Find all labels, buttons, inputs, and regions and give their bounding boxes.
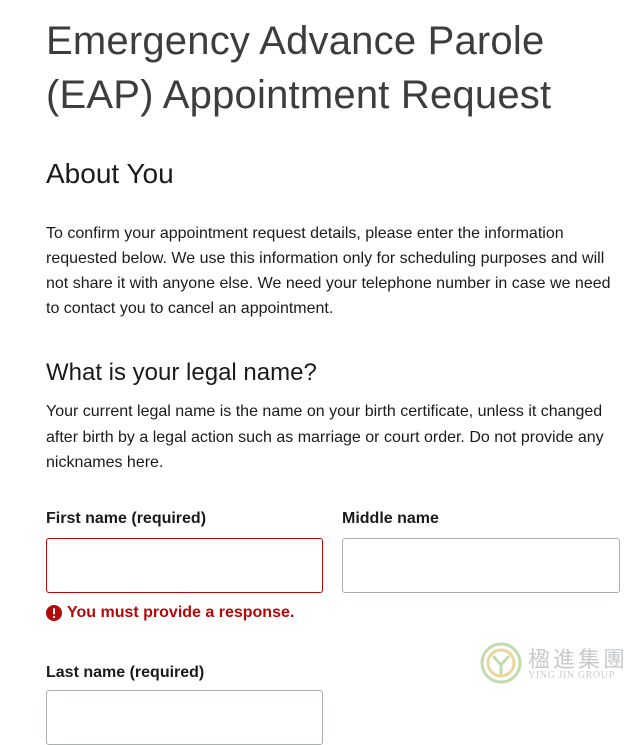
first-name-error-text: You must provide a response. xyxy=(67,604,295,621)
first-name-label: First name (required) xyxy=(46,510,207,527)
watermark-en-text: YING JIN GROUP xyxy=(528,670,615,681)
legal-name-question: What is your legal name? xyxy=(46,359,317,386)
intro-paragraph: To confirm your appointment request deta… xyxy=(46,225,611,317)
middle-name-label: Middle name xyxy=(342,510,439,527)
first-name-input[interactable] xyxy=(46,538,323,593)
watermark: 楹進集團 YING JIN GROUP xyxy=(480,640,640,690)
first-name-error: You must provide a response. xyxy=(46,602,294,624)
last-name-label: Last name (required) xyxy=(46,664,205,681)
last-name-input[interactable] xyxy=(46,690,323,745)
error-alert-icon xyxy=(46,605,62,621)
legal-name-hint: Your current legal name is the name on y… xyxy=(46,403,604,471)
middle-name-input[interactable] xyxy=(342,538,620,593)
watermark-logo-icon xyxy=(480,642,522,684)
about-you-heading: About You xyxy=(46,158,174,189)
page-title: Emergency Advance Parole (EAP) Appointme… xyxy=(46,19,552,117)
